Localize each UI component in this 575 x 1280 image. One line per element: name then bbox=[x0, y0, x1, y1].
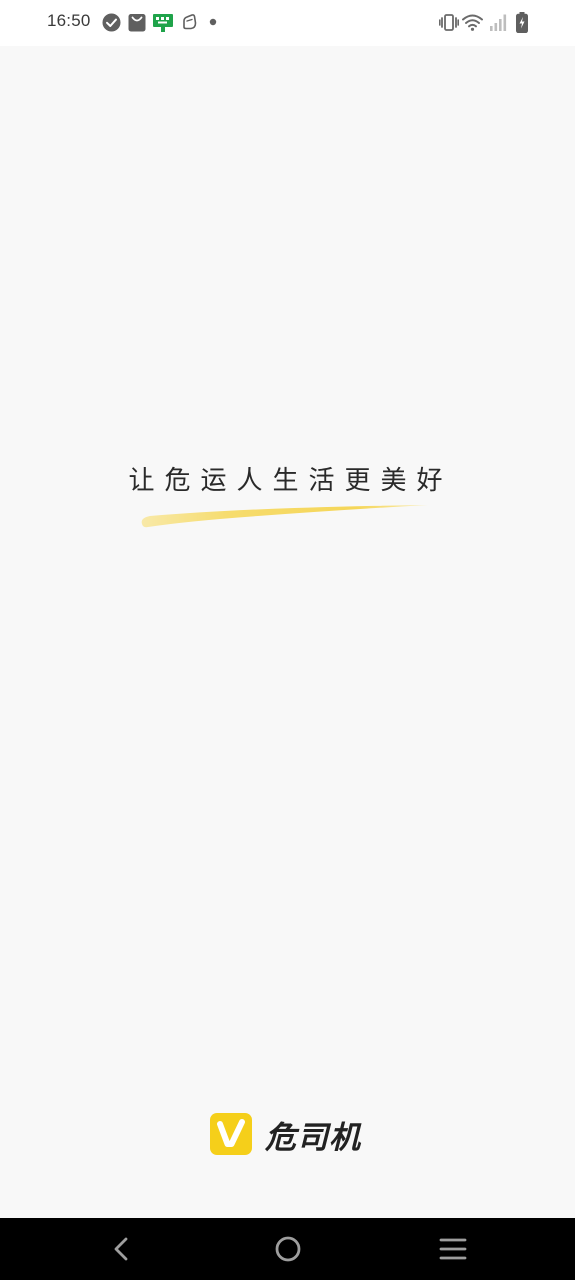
vibrate-icon bbox=[439, 14, 459, 31]
signal-icon bbox=[490, 14, 507, 31]
splash-screen: 让危运人生活更美好 危司机 bbox=[0, 46, 575, 1218]
brand-name: 危司机 bbox=[265, 1119, 361, 1156]
check-circle-icon bbox=[102, 13, 121, 32]
status-bar: 16:50 bbox=[0, 0, 575, 46]
shopping-bag-icon bbox=[128, 14, 146, 32]
navigation-bar bbox=[0, 1218, 575, 1280]
slogan-text: 让危运人生活更美好 bbox=[128, 466, 453, 496]
brand-logo: 危司机 bbox=[210, 1112, 361, 1156]
dot-icon bbox=[209, 18, 217, 26]
battery-charging-icon bbox=[516, 12, 528, 33]
status-time: 16:50 bbox=[47, 11, 91, 30]
hand-icon bbox=[183, 14, 197, 30]
back-icon[interactable] bbox=[108, 1235, 136, 1263]
home-icon[interactable] bbox=[274, 1235, 302, 1263]
brand-logo-icon bbox=[210, 1113, 252, 1155]
wifi-icon bbox=[462, 14, 483, 31]
recents-icon[interactable] bbox=[439, 1235, 467, 1263]
app-notification-icon bbox=[153, 14, 173, 32]
brush-stroke-decoration bbox=[141, 505, 428, 528]
